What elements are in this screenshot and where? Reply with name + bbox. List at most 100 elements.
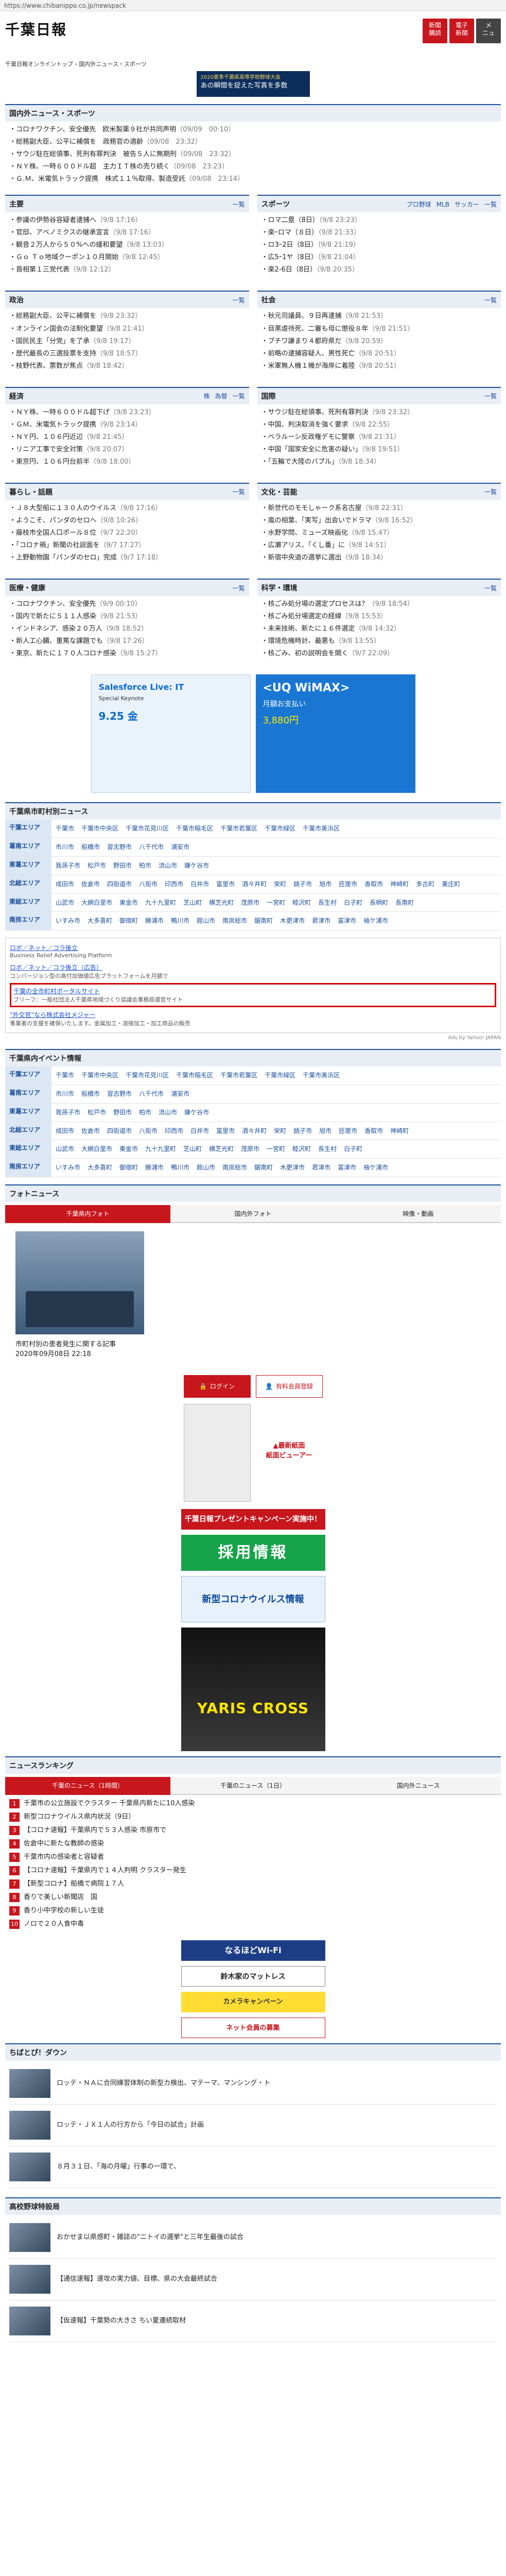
town-link[interactable]: 四街道市 — [107, 1125, 132, 1137]
town-link[interactable]: 山武市 — [56, 897, 74, 909]
more-link[interactable]: 一覧 — [484, 488, 497, 496]
news-title[interactable]: ・オンライン国会の法制化要望 — [9, 325, 103, 333]
ranking-item[interactable]: 6 【コロナ速報】千葉県内で１４人判明 クラスター発生 — [9, 1864, 497, 1877]
photo-image[interactable] — [15, 1231, 144, 1334]
ranking-title[interactable]: 【コロナ速報】千葉県内で１４人判明 クラスター発生 — [24, 1864, 186, 1877]
news-item[interactable]: ・サウジ駐在総領事、死刑有罪判決（9/8 23:32） — [261, 406, 497, 419]
town-link[interactable]: 香取市 — [364, 878, 383, 890]
ranking-item[interactable]: 4 佐倉中に新たな教師の感染 — [9, 1837, 497, 1851]
category-title[interactable]: 社会 — [261, 295, 276, 305]
subscribe-button[interactable]: 新聞 購読 — [423, 19, 447, 43]
more-link[interactable]: 一覧 — [232, 201, 245, 208]
town-link[interactable]: 九十九里町 — [145, 897, 176, 909]
news-title[interactable]: ・未来技術、新たに１６件選定 — [261, 625, 355, 633]
more-link[interactable]: 一覧 — [232, 488, 245, 496]
news-title[interactable]: ・前略の逮捕容疑人、男性死亡 — [261, 350, 355, 358]
news-item[interactable]: ・参議の伊勢谷容疑者逮捕へ（9/8 17:16） — [9, 214, 245, 227]
car-ad[interactable]: YARIS CROSS — [181, 1627, 325, 1751]
news-item[interactable]: ・コロナワクチン、安全優先 欧米製薬９社が共同声明（09/09 00:10） — [9, 124, 497, 136]
browser-url-bar[interactable]: https://www.chibanippo.co.jp/newspack — [0, 0, 506, 11]
town-link[interactable]: 一宮町 — [267, 1143, 285, 1155]
category-title[interactable]: 政治 — [9, 295, 24, 305]
photo-caption[interactable]: 市町村別の患者発生に関する記事 2020年09月08日 22:18 — [15, 1340, 491, 1360]
news-title[interactable]: ・観音２万人から５０%への緩和要望 — [9, 241, 123, 249]
news-title[interactable]: ・ＮＹ円、１０６円近辺 — [9, 433, 83, 441]
news-title[interactable]: ・インドネシア、感染２０万人 — [9, 625, 102, 633]
town-link[interactable]: 神崎町 — [390, 1125, 409, 1137]
town-link[interactable]: 我孫子市 — [56, 1107, 80, 1118]
category-title[interactable]: 医療・健康 — [9, 583, 45, 593]
category-title[interactable]: 経済 — [9, 391, 24, 401]
news-title[interactable]: ・ベラルーシ反政権デモに警察 — [261, 433, 355, 441]
news-title[interactable]: ・首相第１三党代表 — [9, 266, 69, 274]
town-link[interactable]: 南房総市 — [222, 915, 247, 927]
category-tab[interactable]: プロ野球 — [407, 201, 431, 208]
feature-item[interactable]: ロッテ・ＪＸ１人の行方から「今日の試合」計画 — [9, 2105, 497, 2146]
sponsored-title[interactable]: "外交官"なら株式会社メジャー — [10, 1011, 95, 1019]
town-link[interactable]: 野田市 — [113, 1107, 132, 1118]
town-link[interactable]: 九十九里町 — [145, 1143, 176, 1155]
town-link[interactable]: 睦沢町 — [292, 897, 311, 909]
tab-domestic-photo[interactable]: 国内外フォト — [170, 1205, 336, 1223]
town-link[interactable]: 横芝光町 — [209, 1143, 234, 1155]
town-link[interactable]: 茂原市 — [241, 1143, 259, 1155]
news-item[interactable]: ・オンライン国会の法制化要望（9/8 21:41） — [9, 323, 245, 335]
news-title[interactable]: ・サウジ駐在総領事、死刑有罪判決 被告５人に無期刑 — [9, 150, 177, 158]
town-link[interactable]: 木更津市 — [280, 915, 305, 927]
town-link[interactable]: 南房総市 — [222, 1162, 247, 1174]
feature-title[interactable]: ８月３１日、「海の月曜」行事の一環で、 — [57, 2162, 180, 2172]
feature-item[interactable]: おかせま以県感町・雑誌の"ニトイの選挙"と三年生最後の試合 — [9, 2217, 497, 2259]
news-item[interactable]: ・「コロナ禍」新聞の社説面を（9/7 17:27） — [9, 539, 245, 552]
ranking-title[interactable]: 【コロナ速報】千葉県内で５３人感染 市原市で — [24, 1824, 166, 1837]
news-item[interactable]: ・総務副大臣、公平に補償を 政務官の適齢（09/08 23:32） — [9, 136, 497, 148]
more-link[interactable]: 一覧 — [232, 585, 245, 592]
more-link[interactable]: 一覧 — [484, 393, 497, 400]
category-title[interactable]: スポーツ — [261, 199, 290, 209]
ranking-item[interactable]: 8 香りで美しい新聞店 国 — [9, 1891, 497, 1904]
mattress-ad[interactable]: 鈴木家のマットレス — [181, 1965, 325, 1987]
news-item[interactable]: ・国内で新たに５１１人感染（9/8 21:53） — [9, 611, 245, 623]
ranking-title[interactable]: 香りで美しい新聞店 国 — [24, 1891, 97, 1904]
news-item[interactable]: ・ロ3ｰ2日（8日）（9/8 21:19） — [261, 239, 497, 251]
ranking-item[interactable]: 3 【コロナ速報】千葉県内で５３人感染 市原市で — [9, 1824, 497, 1837]
town-link[interactable]: 銚子市 — [293, 878, 312, 890]
tab-ranking-day[interactable]: 千葉のニュース（1日） — [170, 1776, 336, 1795]
news-item[interactable]: ・Ｊ８大型船に１３０人のウイルス（9/8 17:16） — [9, 502, 245, 515]
town-link[interactable]: 栄町 — [274, 878, 286, 890]
town-link[interactable]: 習志野市 — [107, 841, 132, 853]
town-link[interactable]: 酒々井町 — [242, 878, 267, 890]
news-title[interactable]: ・リニア工事で安全対策 — [9, 446, 83, 453]
paper-thumbnail[interactable] — [183, 1403, 251, 1502]
feature-item[interactable]: 【仮速報】千葉勢の大きさ ちい夏連続取材 — [9, 2300, 497, 2342]
town-link[interactable]: 御宿町 — [119, 1162, 138, 1174]
news-item[interactable]: ・コロナワクチン、安全優先（9/9 00:10） — [9, 598, 245, 611]
feature-title[interactable]: 【仮速報】千葉勢の大きさ ちい夏連続取材 — [57, 2316, 186, 2326]
news-item[interactable]: ・前略の逮捕容疑人、男性死亡（9/8 20:51） — [261, 348, 497, 360]
news-title[interactable]: ・ロマ二塁（8日） — [261, 216, 319, 224]
news-title[interactable]: ・ブチワ謙まり４都府県だ — [261, 337, 342, 345]
town-link[interactable]: 銚子市 — [293, 1125, 312, 1137]
news-title[interactable]: ・総務副大臣、公平に補償を — [9, 312, 96, 320]
feature-thumbnail[interactable] — [9, 2152, 50, 2181]
town-link[interactable]: 千葉市 — [56, 823, 74, 835]
feature-item[interactable]: 【通信速報】速攻の実力値、目標、県の大会最終試合 — [9, 2259, 497, 2300]
town-link[interactable]: 流山市 — [159, 1107, 177, 1118]
town-link[interactable]: 八街市 — [139, 1125, 158, 1137]
news-title[interactable]: ・ＮＹ株、一時６００ドル超 主力ＩＴ株の売り続く — [9, 163, 170, 171]
town-link[interactable]: 東庄町 — [442, 878, 460, 890]
town-link[interactable]: 酒々井町 — [242, 1125, 267, 1137]
news-title[interactable]: ・環境危機時計、最悪も — [261, 637, 335, 645]
news-item[interactable]: ・米軍無人機１機が海岸に着陸（9/8 20:51） — [261, 360, 497, 372]
paper-viewer[interactable]: ▲最新紙面 紙面ビューアー — [181, 1403, 325, 1502]
site-logo[interactable]: 千葉日報 — [5, 19, 67, 39]
town-link[interactable]: 印西市 — [165, 878, 183, 890]
town-link[interactable]: 千葉市中央区 — [81, 1070, 118, 1081]
town-link[interactable]: 印西市 — [165, 1125, 183, 1137]
feature-item[interactable]: ロッテ・ＮＡに合同練習体制の新型カ検出、マテーマ、マンシング・ト — [9, 2063, 497, 2105]
news-item[interactable]: ・サウジ駐在総領事、死刑有罪判決 被告５人に無期刑（09/08 23:32） — [9, 148, 497, 161]
news-item[interactable]: ・未来技術、新たに１６件選定（9/8 14:32） — [261, 623, 497, 635]
town-link[interactable]: 旭市 — [319, 1125, 331, 1137]
town-link[interactable]: 大網白里市 — [81, 897, 112, 909]
news-item[interactable]: ・ようこそ、パンダのセロへ（9/8 10:26） — [9, 515, 245, 527]
ranking-item[interactable]: 1 千葉市の公立施設でクラスター 千葉県内新たに10人感染 — [9, 1797, 497, 1810]
